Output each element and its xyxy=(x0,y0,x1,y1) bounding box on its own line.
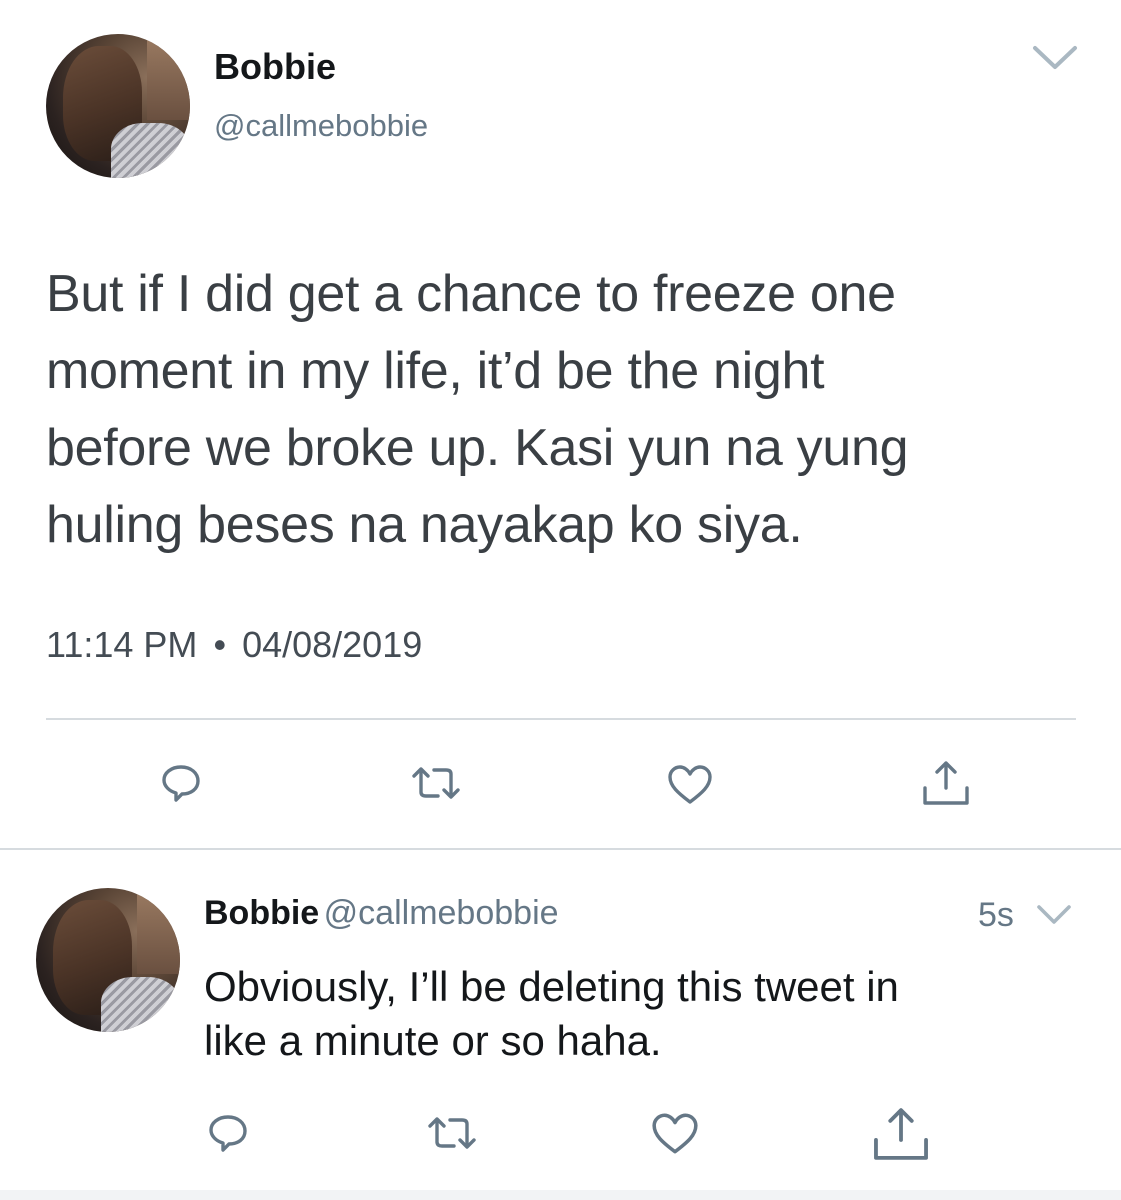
like-icon[interactable] xyxy=(650,1112,700,1156)
main-tweet-line: before we broke up. Kasi yun na yung xyxy=(46,419,909,477)
main-tweet-display-name[interactable]: Bobbie xyxy=(214,46,336,88)
main-tweet-line: huling beses na nayakap ko siya. xyxy=(46,496,803,554)
reply-tweet-text: Obviously, I’ll be deleting this tweet i… xyxy=(204,960,1104,1068)
reply-tweet-age: 5s xyxy=(978,896,1014,934)
reply-tweet-handle[interactable]: @callmebobbie xyxy=(324,894,559,932)
reply-icon[interactable] xyxy=(160,762,202,804)
reply-tweet-line: like a minute or so haha. xyxy=(204,1017,662,1064)
main-tweet-divider xyxy=(46,718,1076,720)
reply-tweet-avatar[interactable] xyxy=(36,888,180,1032)
reply-tweet-header: Bobbie @callmebobbie xyxy=(204,894,559,933)
main-tweet-line: But if I did get a chance to freeze one xyxy=(46,265,896,323)
chevron-down-icon[interactable] xyxy=(1032,44,1078,72)
chevron-down-icon[interactable] xyxy=(1036,904,1072,926)
main-tweet-line: moment in my life, it’d be the night xyxy=(46,342,825,400)
share-icon[interactable] xyxy=(870,1104,932,1164)
timestamp-separator: • xyxy=(213,624,227,665)
main-tweet-date: 04/08/2019 xyxy=(242,624,423,665)
share-icon[interactable] xyxy=(920,758,972,808)
tweet-separator xyxy=(0,848,1121,850)
retweet-icon[interactable] xyxy=(424,1114,480,1152)
reply-tweet-display-name[interactable]: Bobbie xyxy=(204,894,319,932)
reply-tweet-line: Obviously, I’ll be deleting this tweet i… xyxy=(204,963,899,1010)
retweet-icon[interactable] xyxy=(408,764,464,802)
bottom-edge xyxy=(0,1190,1121,1200)
main-tweet-timestamp[interactable]: 11:14 PM • 04/08/2019 xyxy=(46,624,422,666)
like-icon[interactable] xyxy=(666,764,714,806)
main-tweet-text: But if I did get a chance to freeze one … xyxy=(46,256,1106,564)
reply-icon[interactable] xyxy=(206,1112,250,1154)
main-tweet-time: 11:14 PM xyxy=(46,624,198,665)
main-tweet-handle[interactable]: @callmebobbie xyxy=(214,108,428,144)
main-tweet-avatar[interactable] xyxy=(46,34,190,178)
